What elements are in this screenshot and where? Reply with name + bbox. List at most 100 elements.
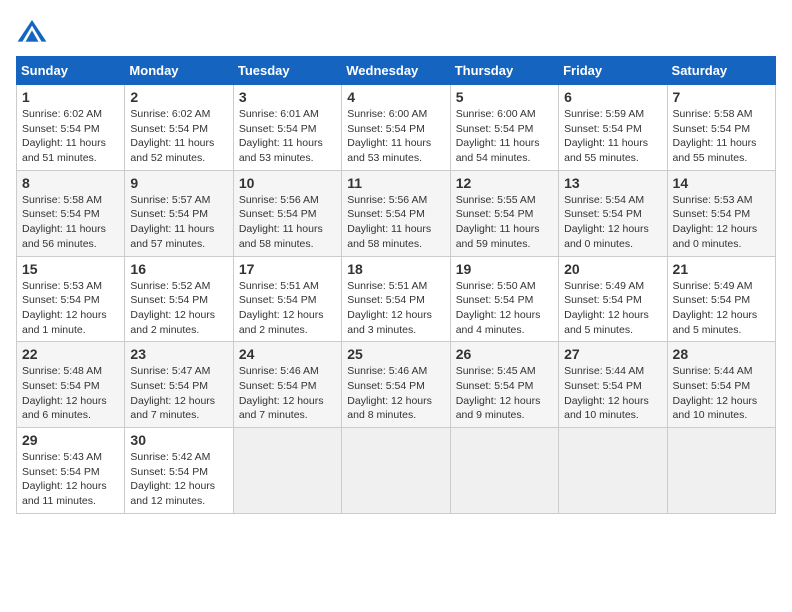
- header-row: SundayMondayTuesdayWednesdayThursdayFrid…: [17, 57, 776, 85]
- day-info: Sunrise: 5:55 AMSunset: 5:54 PMDaylight:…: [456, 193, 553, 252]
- col-header-friday: Friday: [559, 57, 667, 85]
- day-number: 21: [673, 261, 770, 277]
- day-number: 23: [130, 346, 227, 362]
- day-info: Sunrise: 5:44 AMSunset: 5:54 PMDaylight:…: [564, 364, 661, 423]
- calendar-cell: 16 Sunrise: 5:52 AMSunset: 5:54 PMDayligh…: [125, 256, 233, 342]
- week-row: 29 Sunrise: 5:43 AMSunset: 5:54 PMDayligh…: [17, 428, 776, 514]
- day-info: Sunrise: 5:44 AMSunset: 5:54 PMDaylight:…: [673, 364, 770, 423]
- day-number: 29: [22, 432, 119, 448]
- calendar-cell: 6 Sunrise: 5:59 AMSunset: 5:54 PMDaylight…: [559, 85, 667, 171]
- calendar-cell: 14Sunrise: 5:53 AMSunset: 5:54 PMDayligh…: [667, 170, 775, 256]
- day-info: Sunrise: 5:57 AMSunset: 5:54 PMDaylight:…: [130, 193, 227, 252]
- calendar-cell: 24 Sunrise: 5:46 AMSunset: 5:54 PMDayligh…: [233, 342, 341, 428]
- day-number: 15: [22, 261, 119, 277]
- calendar-cell: 28 Sunrise: 5:44 AMSunset: 5:54 PMDayligh…: [667, 342, 775, 428]
- calendar-cell: 12 Sunrise: 5:55 AMSunset: 5:54 PMDayligh…: [450, 170, 558, 256]
- day-info: Sunrise: 5:51 AMSunset: 5:54 PMDaylight:…: [239, 279, 336, 338]
- day-number: 3: [239, 89, 336, 105]
- col-header-thursday: Thursday: [450, 57, 558, 85]
- calendar-cell: 10Sunrise: 5:56 AMSunset: 5:54 PMDayligh…: [233, 170, 341, 256]
- day-info: Sunrise: 5:52 AMSunset: 5:54 PMDaylight:…: [130, 279, 227, 338]
- day-number: 7: [673, 89, 770, 105]
- day-info: Sunrise: 5:47 AMSunset: 5:54 PMDaylight:…: [130, 364, 227, 423]
- day-number: 12: [456, 175, 553, 191]
- day-info: Sunrise: 5:49 AMSunset: 5:54 PMDaylight:…: [564, 279, 661, 338]
- day-number: 30: [130, 432, 227, 448]
- day-info: Sunrise: 5:48 AMSunset: 5:54 PMDaylight:…: [22, 364, 119, 423]
- calendar-cell: 7Sunrise: 5:58 AMSunset: 5:54 PMDaylight…: [667, 85, 775, 171]
- day-number: 11: [347, 175, 444, 191]
- day-number: 4: [347, 89, 444, 105]
- day-info: Sunrise: 6:02 AMSunset: 5:54 PMDaylight:…: [130, 107, 227, 166]
- logo: [16, 16, 52, 48]
- day-number: 20: [564, 261, 661, 277]
- week-row: 1 Sunrise: 6:02 AMSunset: 5:54 PMDaylight…: [17, 85, 776, 171]
- day-number: 26: [456, 346, 553, 362]
- day-number: 6: [564, 89, 661, 105]
- day-info: Sunrise: 6:02 AMSunset: 5:54 PMDaylight:…: [22, 107, 119, 166]
- col-header-sunday: Sunday: [17, 57, 125, 85]
- day-number: 2: [130, 89, 227, 105]
- day-number: 17: [239, 261, 336, 277]
- page-header: [16, 16, 776, 48]
- day-number: 19: [456, 261, 553, 277]
- calendar-cell: [559, 428, 667, 514]
- day-info: Sunrise: 6:00 AMSunset: 5:54 PMDaylight:…: [347, 107, 444, 166]
- day-info: Sunrise: 5:43 AMSunset: 5:54 PMDaylight:…: [22, 450, 119, 509]
- calendar-cell: 23 Sunrise: 5:47 AMSunset: 5:54 PMDayligh…: [125, 342, 233, 428]
- calendar-cell: 8 Sunrise: 5:58 AMSunset: 5:54 PMDaylight…: [17, 170, 125, 256]
- day-info: Sunrise: 5:46 AMSunset: 5:54 PMDaylight:…: [239, 364, 336, 423]
- week-row: 15 Sunrise: 5:53 AMSunset: 5:54 PMDayligh…: [17, 256, 776, 342]
- calendar-cell: 26 Sunrise: 5:45 AMSunset: 5:54 PMDayligh…: [450, 342, 558, 428]
- day-number: 24: [239, 346, 336, 362]
- calendar-cell: 4 Sunrise: 6:00 AMSunset: 5:54 PMDaylight…: [342, 85, 450, 171]
- day-number: 18: [347, 261, 444, 277]
- calendar-cell: 5 Sunrise: 6:00 AMSunset: 5:54 PMDaylight…: [450, 85, 558, 171]
- day-number: 5: [456, 89, 553, 105]
- day-info: Sunrise: 5:59 AMSunset: 5:54 PMDaylight:…: [564, 107, 661, 166]
- calendar-cell: 18 Sunrise: 5:51 AMSunset: 5:54 PMDayligh…: [342, 256, 450, 342]
- day-info: Sunrise: 5:53 AMSunset: 5:54 PMDaylight:…: [22, 279, 119, 338]
- week-row: 22 Sunrise: 5:48 AMSunset: 5:54 PMDayligh…: [17, 342, 776, 428]
- day-info: Sunrise: 5:42 AMSunset: 5:54 PMDaylight:…: [130, 450, 227, 509]
- calendar-cell: 3 Sunrise: 6:01 AMSunset: 5:54 PMDaylight…: [233, 85, 341, 171]
- day-info: Sunrise: 5:58 AMSunset: 5:54 PMDaylight:…: [22, 193, 119, 252]
- day-info: Sunrise: 6:00 AMSunset: 5:54 PMDaylight:…: [456, 107, 553, 166]
- day-info: Sunrise: 5:49 AMSunset: 5:54 PMDaylight:…: [673, 279, 770, 338]
- day-info: Sunrise: 5:45 AMSunset: 5:54 PMDaylight:…: [456, 364, 553, 423]
- col-header-saturday: Saturday: [667, 57, 775, 85]
- day-number: 22: [22, 346, 119, 362]
- day-number: 14: [673, 175, 770, 191]
- calendar-cell: 2 Sunrise: 6:02 AMSunset: 5:54 PMDaylight…: [125, 85, 233, 171]
- day-info: Sunrise: 5:46 AMSunset: 5:54 PMDaylight:…: [347, 364, 444, 423]
- day-number: 10: [239, 175, 336, 191]
- calendar-cell: 15 Sunrise: 5:53 AMSunset: 5:54 PMDayligh…: [17, 256, 125, 342]
- day-info: Sunrise: 5:56 AMSunset: 5:54 PMDaylight:…: [347, 193, 444, 252]
- col-header-monday: Monday: [125, 57, 233, 85]
- calendar-cell: 21 Sunrise: 5:49 AMSunset: 5:54 PMDayligh…: [667, 256, 775, 342]
- calendar-cell: 19 Sunrise: 5:50 AMSunset: 5:54 PMDayligh…: [450, 256, 558, 342]
- day-number: 13: [564, 175, 661, 191]
- calendar-cell: 30 Sunrise: 5:42 AMSunset: 5:54 PMDayligh…: [125, 428, 233, 514]
- calendar-cell: [450, 428, 558, 514]
- day-number: 25: [347, 346, 444, 362]
- day-info: Sunrise: 5:51 AMSunset: 5:54 PMDaylight:…: [347, 279, 444, 338]
- day-info: Sunrise: 5:50 AMSunset: 5:54 PMDaylight:…: [456, 279, 553, 338]
- day-number: 28: [673, 346, 770, 362]
- calendar-cell: [233, 428, 341, 514]
- day-number: 16: [130, 261, 227, 277]
- calendar-cell: 11 Sunrise: 5:56 AMSunset: 5:54 PMDayligh…: [342, 170, 450, 256]
- calendar-cell: 27 Sunrise: 5:44 AMSunset: 5:54 PMDayligh…: [559, 342, 667, 428]
- day-number: 9: [130, 175, 227, 191]
- day-number: 1: [22, 89, 119, 105]
- calendar-cell: 17 Sunrise: 5:51 AMSunset: 5:54 PMDayligh…: [233, 256, 341, 342]
- day-number: 27: [564, 346, 661, 362]
- calendar-cell: [342, 428, 450, 514]
- calendar-cell: 29 Sunrise: 5:43 AMSunset: 5:54 PMDayligh…: [17, 428, 125, 514]
- day-number: 8: [22, 175, 119, 191]
- calendar-table: SundayMondayTuesdayWednesdayThursdayFrid…: [16, 56, 776, 514]
- calendar-cell: 1 Sunrise: 6:02 AMSunset: 5:54 PMDaylight…: [17, 85, 125, 171]
- calendar-cell: 13Sunrise: 5:54 AMSunset: 5:54 PMDayligh…: [559, 170, 667, 256]
- col-header-tuesday: Tuesday: [233, 57, 341, 85]
- day-info: Sunrise: 6:01 AMSunset: 5:54 PMDaylight:…: [239, 107, 336, 166]
